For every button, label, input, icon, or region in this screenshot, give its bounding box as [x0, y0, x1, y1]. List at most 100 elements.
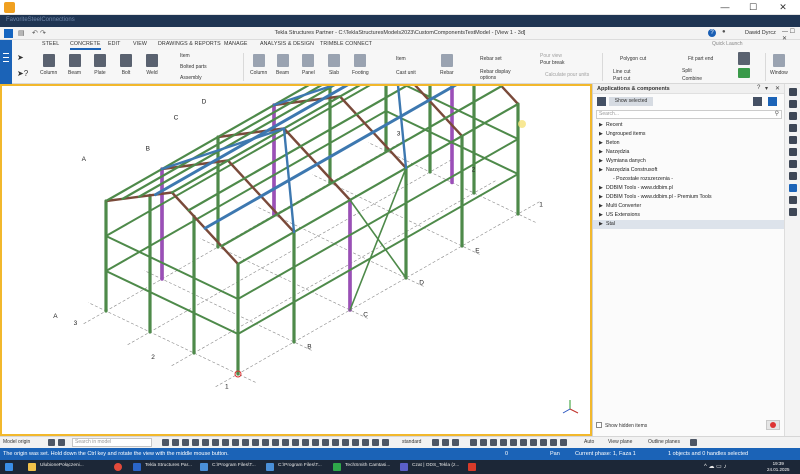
file-explorer-icon[interactable]	[28, 463, 36, 471]
roof-bracing[interactable]	[396, 86, 408, 170]
select-arrow-icon[interactable]: ➤	[17, 53, 24, 62]
select-tool-icon[interactable]	[312, 439, 319, 446]
tree-item[interactable]: ▶ DDBIM Tools - www.ddbim.pl - Premium To…	[593, 193, 785, 202]
wall-rail[interactable]	[237, 138, 519, 300]
snap-icon[interactable]	[500, 439, 507, 446]
hand-icon[interactable]	[789, 160, 797, 168]
folder-icon[interactable]	[266, 463, 274, 471]
snap-icon[interactable]	[520, 439, 527, 446]
cast-item-button[interactable]: Item	[396, 56, 406, 62]
caret-right-icon[interactable]: ▶	[599, 211, 606, 220]
snap-icon[interactable]	[540, 439, 547, 446]
taskbar-item[interactable]: TechSmith Camtasi...	[345, 463, 390, 468]
tab-drawings-reports[interactable]: DRAWINGS & REPORTS	[158, 41, 221, 47]
steel-item-button[interactable]: Item	[180, 53, 190, 59]
tekla-icon[interactable]	[133, 463, 141, 471]
tree-item[interactable]: ▶ Stal	[593, 220, 785, 229]
taskbar-item[interactable]: Czat | ODS_Tekla (z...	[412, 463, 459, 468]
caret-right-icon[interactable]: ▶	[599, 148, 606, 157]
caret-right-icon[interactable]: ▶	[599, 157, 606, 166]
outline-planes-dropdown[interactable]: Outline planes	[648, 439, 680, 445]
bolt-button[interactable]: Bolt	[120, 54, 132, 76]
stop-button[interactable]	[766, 420, 780, 430]
concrete-column-button[interactable]: Column	[250, 54, 267, 76]
tree-item[interactable]: ▶ Wymiana danych	[593, 157, 785, 166]
rebar-set-button[interactable]: Rebar set	[480, 56, 502, 62]
tag-icon[interactable]	[789, 196, 797, 204]
windows-start-icon[interactable]	[5, 463, 13, 471]
window-button[interactable]: Window	[770, 54, 788, 76]
select-tool-icon[interactable]	[282, 439, 289, 446]
side-menu-button[interactable]	[0, 40, 12, 50]
select-tool-icon[interactable]	[302, 439, 309, 446]
caret-right-icon[interactable]: ▶	[599, 139, 606, 148]
select-tool-icon[interactable]	[332, 439, 339, 446]
slab-button[interactable]: Slab	[328, 54, 340, 76]
select-tool-icon[interactable]	[272, 439, 279, 446]
tree-item[interactable]: ▶ Multi Converter	[593, 202, 785, 211]
taskbar-item[interactable]: C:\Program Files\T...	[278, 463, 322, 468]
snap-icon[interactable]	[452, 439, 459, 446]
add-component-button[interactable]	[738, 68, 750, 81]
ribbon-sidebar-toggle[interactable]	[0, 50, 12, 84]
tab-steel[interactable]: STEEL	[42, 41, 59, 47]
folder-icon[interactable]	[200, 463, 208, 471]
steel-beam-button[interactable]: Beam	[68, 54, 81, 76]
select-tool-icon[interactable]	[232, 439, 239, 446]
select-tool-icon[interactable]	[262, 439, 269, 446]
caret-right-icon[interactable]: ▶	[599, 130, 606, 139]
fit-part-end-button[interactable]: Fit part end	[688, 56, 713, 62]
wall-rail[interactable]	[105, 86, 386, 237]
concrete-beam-button[interactable]: Beam	[276, 54, 289, 76]
part-cut-button[interactable]: Part cut	[613, 76, 630, 82]
user-name[interactable]: Dawid Dyrcz	[745, 30, 776, 36]
grid-view-icon[interactable]	[597, 97, 606, 106]
clash-icon[interactable]	[789, 172, 797, 180]
tray-icons[interactable]: ^ ☁ ▭ ♪	[704, 463, 727, 470]
snap-icon[interactable]	[560, 439, 567, 446]
tree-item[interactable]: ▶ Ungrouped items	[593, 130, 785, 139]
steel-column-button[interactable]: Column	[40, 54, 57, 76]
snap-icon[interactable]	[530, 439, 537, 446]
steel-plate-button[interactable]: Plate	[94, 54, 106, 76]
layers-icon[interactable]	[789, 124, 797, 132]
caret-right-icon[interactable]: ▶	[599, 166, 606, 175]
tree-item[interactable]: ▶ Recent	[593, 121, 785, 130]
show-selected-button[interactable]: Show selected	[609, 97, 653, 106]
pour-view-button[interactable]: Pour view	[540, 53, 562, 59]
tree-item[interactable]: ▶ Narzędzia	[593, 148, 785, 157]
footing-button[interactable]: Footing	[352, 54, 369, 76]
select-tool-icon[interactable]	[372, 439, 379, 446]
caret-right-icon[interactable]: ▶	[599, 220, 606, 229]
components-icon[interactable]	[789, 184, 797, 192]
rebar-button[interactable]: Rebar	[440, 54, 454, 76]
close-icon[interactable]: ✕	[775, 85, 780, 92]
expand-icon[interactable]	[768, 97, 777, 106]
properties-icon[interactable]	[789, 100, 797, 108]
select-tool-icon[interactable]	[212, 439, 219, 446]
select-tool-icon[interactable]	[182, 439, 189, 446]
list-view-icon[interactable]	[753, 97, 762, 106]
pour-break-button[interactable]: Pour break	[540, 60, 564, 66]
tab-manage[interactable]: MANAGE	[224, 41, 248, 47]
tree-item[interactable]: ▶ Beton	[593, 139, 785, 148]
steel-structure-model[interactable]: ABCDE123ABCDE123	[2, 86, 590, 434]
select-tool-icon[interactable]	[172, 439, 179, 446]
auto-dropdown[interactable]: Auto	[584, 439, 594, 445]
tab-concrete[interactable]: CONCRETE	[70, 41, 101, 50]
arrow-icon[interactable]	[789, 208, 797, 216]
select-tool-icon[interactable]	[202, 439, 209, 446]
snap-icon[interactable]	[550, 439, 557, 446]
assembly-button[interactable]: Assembly	[180, 75, 202, 81]
taskbar-item[interactable]: Tekla Structures Par...	[145, 463, 192, 468]
select-tool-icon[interactable]	[162, 439, 169, 446]
select-tool-icon[interactable]	[342, 439, 349, 446]
help-icon[interactable]: ?	[757, 85, 760, 91]
roof-bracing[interactable]	[282, 127, 296, 234]
snap-icon[interactable]	[510, 439, 517, 446]
tab-analysis-design[interactable]: ANALYSIS & DESIGN	[260, 41, 314, 47]
select-tool-icon[interactable]	[222, 439, 229, 446]
panel-search-input[interactable]: Search... ⚲	[596, 110, 782, 119]
taskbar-item[interactable]: UlubionePołączeni...	[40, 463, 84, 468]
polygon-cut-button[interactable]: Polygon cut	[620, 56, 646, 62]
